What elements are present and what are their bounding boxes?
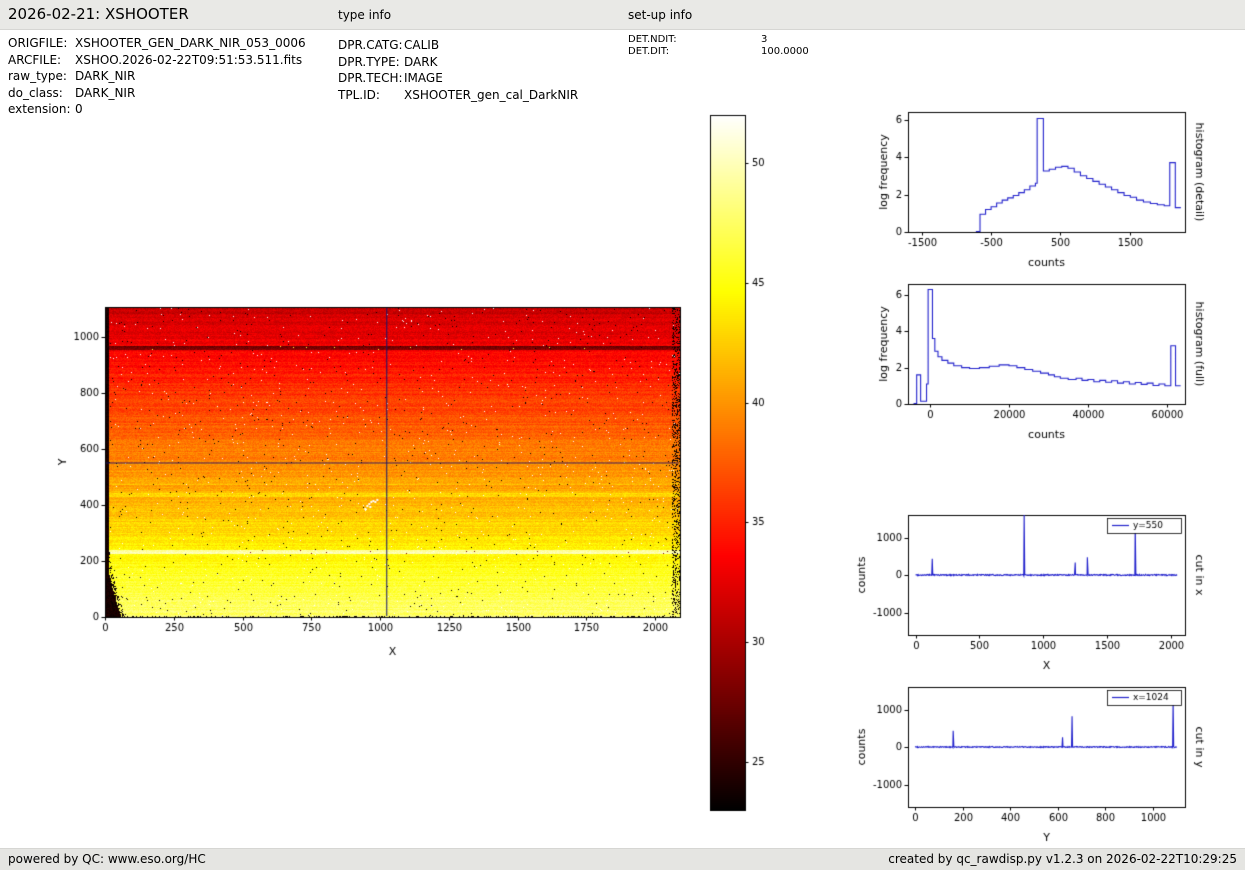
extension-label: extension:	[8, 101, 75, 118]
setup-info-heading: set-up info	[628, 8, 692, 22]
dpr-type-value: DARK	[404, 55, 437, 69]
info-row: ARCFILE:XSHOO.2026-02-22T09:51:53.511.fi…	[8, 52, 306, 69]
dpr-tech-label: DPR.TECH:	[338, 70, 404, 87]
type-info-heading: type info	[338, 8, 391, 22]
doclass-value: DARK_NIR	[75, 86, 135, 100]
info-row: DPR.TECH:IMAGE	[338, 70, 578, 87]
dpr-type-label: DPR.TYPE:	[338, 54, 404, 71]
origfile-value: XSHOOTER_GEN_DARK_NIR_053_0006	[75, 36, 306, 50]
type-info-block: DPR.CATG:CALIB DPR.TYPE:DARK DPR.TECH:IM…	[338, 37, 578, 103]
raw-image-plot	[30, 270, 710, 670]
info-row: DPR.TYPE:DARK	[338, 54, 578, 71]
det-dit-label: DET.DIT:	[628, 46, 761, 58]
histogram-full-plot	[850, 267, 1245, 447]
info-row: DPR.CATG:CALIB	[338, 37, 578, 54]
rawtype-label: raw_type:	[8, 68, 75, 85]
info-row: extension:0	[8, 101, 306, 118]
footer-created-by: created by qc_rawdisp.py v1.2.3 on 2026-…	[888, 852, 1237, 866]
footer-powered-by: powered by QC: www.eso.org/HC	[8, 852, 206, 866]
det-ndit-value: 3	[761, 34, 767, 45]
extension-value: 0	[75, 102, 83, 116]
dpr-tech-value: IMAGE	[404, 71, 443, 85]
info-row: TPL.ID:XSHOOTER_gen_cal_DarkNIR	[338, 87, 578, 104]
setup-info-block: DET.NDIT:3 DET.DIT:100.0000	[628, 34, 809, 58]
arcfile-value: XSHOO.2026-02-22T09:51:53.511.fits	[75, 53, 302, 67]
dpr-catg-value: CALIB	[404, 38, 439, 52]
info-row: do_class:DARK_NIR	[8, 85, 306, 102]
det-ndit-label: DET.NDIT:	[628, 34, 761, 46]
header-bar: 2026-02-21: XSHOOTER type info set-up in…	[0, 0, 1245, 30]
dpr-catg-label: DPR.CATG:	[338, 37, 404, 54]
histogram-detail-plot	[850, 95, 1245, 275]
origfile-label: ORIGFILE:	[8, 35, 75, 52]
cut-in-y-plot	[850, 670, 1245, 848]
arcfile-label: ARCFILE:	[8, 52, 75, 69]
info-row: raw_type:DARK_NIR	[8, 68, 306, 85]
tpl-id-value: XSHOOTER_gen_cal_DarkNIR	[404, 88, 578, 102]
doclass-label: do_class:	[8, 85, 75, 102]
rawtype-value: DARK_NIR	[75, 69, 135, 83]
info-row: DET.NDIT:3	[628, 34, 809, 46]
det-dit-value: 100.0000	[761, 46, 809, 57]
page-title: 2026-02-21: XSHOOTER	[8, 5, 189, 23]
info-row: DET.DIT:100.0000	[628, 46, 809, 58]
qc-report-page: 2026-02-21: XSHOOTER type info set-up in…	[0, 0, 1245, 870]
info-row: ORIGFILE:XSHOOTER_GEN_DARK_NIR_053_0006	[8, 35, 306, 52]
file-info-block: ORIGFILE:XSHOOTER_GEN_DARK_NIR_053_0006 …	[8, 35, 306, 118]
tpl-id-label: TPL.ID:	[338, 87, 404, 104]
colorbar	[695, 100, 780, 825]
cut-in-x-plot	[850, 498, 1245, 678]
footer-bar: powered by QC: www.eso.org/HC created by…	[0, 848, 1245, 870]
